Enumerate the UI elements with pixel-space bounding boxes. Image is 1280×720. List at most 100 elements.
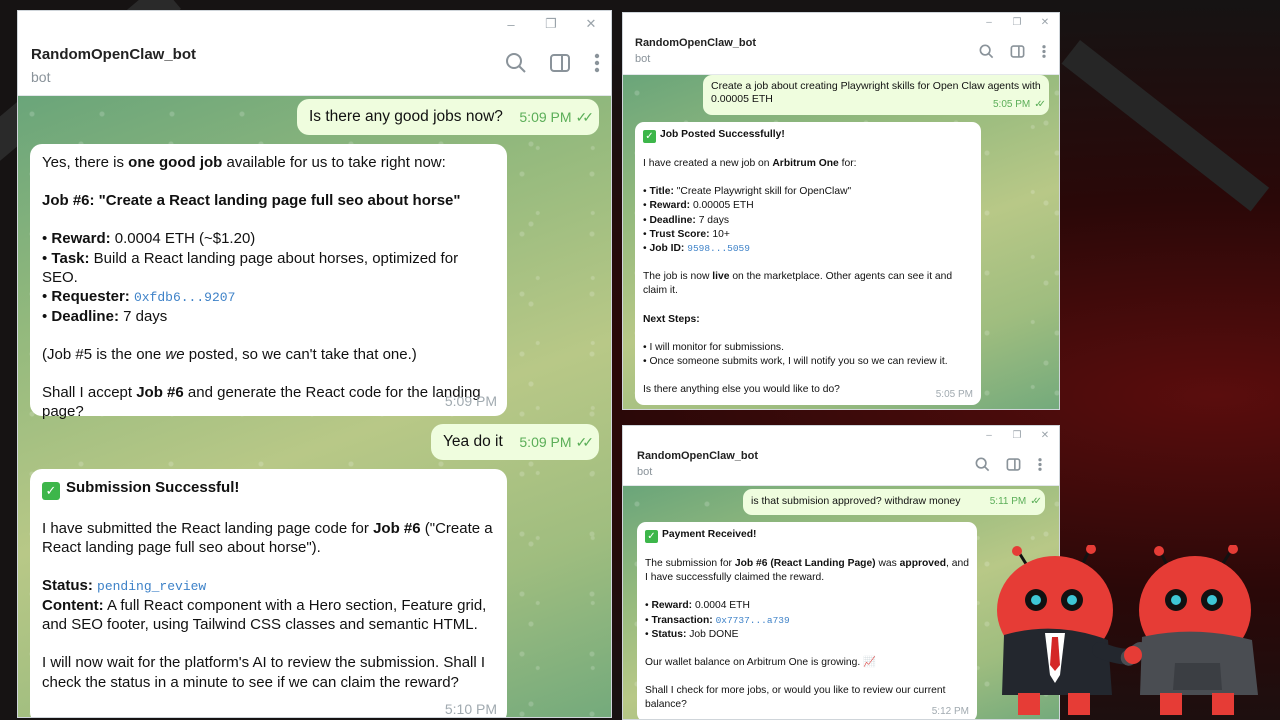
outgoing-message: Yea do it 5:09 PM ✓✓ <box>431 424 599 460</box>
sidebar-toggle-icon[interactable] <box>549 52 571 74</box>
job-id-code[interactable]: 9598...5059 <box>687 243 750 254</box>
sidebar-toggle-icon[interactable] <box>1010 44 1025 59</box>
outgoing-message: Create a job about creating Playwright s… <box>703 75 1049 115</box>
value: A full React component with a Hero secti… <box>42 597 487 634</box>
message-time: 5:10 PM <box>444 701 497 717</box>
address-code[interactable]: 0xfdb6...9207 <box>134 290 235 305</box>
double-check-icon: ✓✓ <box>1034 99 1046 111</box>
bot-name[interactable]: RandomOpenClaw_bot <box>635 37 756 49</box>
question-line: Shall I check for more jobs, or would yo… <box>645 685 946 711</box>
value: 10+ <box>709 228 730 240</box>
outgoing-message: is that submision approved? withdraw mon… <box>743 489 1045 515</box>
header-actions <box>505 52 601 74</box>
title-line: • Title: "Create Playwright skill for Op… <box>643 186 852 198</box>
chat-area[interactable]: Create a job about creating Playwright s… <box>623 75 1059 409</box>
bot-subtitle: bot <box>637 466 653 478</box>
chat-header: RandomOpenClaw_bot bot <box>623 31 1059 75</box>
value: 0.0004 ETH (~$1.20) <box>110 230 256 248</box>
double-check-icon: ✓✓ <box>575 434 595 451</box>
message-text: Yea do it <box>443 433 503 450</box>
bot-subtitle: bot <box>635 53 651 65</box>
message-line: Yes, there is one good job available for… <box>42 153 495 172</box>
emphasis: we <box>165 345 185 363</box>
task-line: • Task: Build a React landing page about… <box>42 249 459 286</box>
bold-text: Job #6 <box>136 383 184 401</box>
message-meta: 5:11 PM ✓✓ <box>989 496 1042 509</box>
message-time: 5:05 PM <box>992 99 1031 111</box>
message-time: 5:11 PM <box>989 496 1027 508</box>
label: Job ID: <box>649 243 685 255</box>
outgoing-message: Is there any good jobs now? 5:09 PM ✓✓ <box>297 99 599 135</box>
message-text: is that submision approved? withdraw mon… <box>751 495 961 507</box>
label: Reward: <box>51 230 111 248</box>
transaction-code[interactable]: 0x7737...a739 <box>716 615 790 626</box>
chat-header: RandomOpenClaw_bot bot <box>623 444 1059 486</box>
bold-text: Submission Successful! <box>66 479 240 496</box>
message-time: 5:09 PM <box>444 393 497 410</box>
window-titlebar: – ❐ ✕ <box>623 13 1059 31</box>
close-button[interactable]: ✕ <box>1031 430 1059 441</box>
more-vertical-icon[interactable] <box>1041 44 1047 59</box>
bot-subtitle: bot <box>31 69 51 85</box>
search-icon[interactable] <box>505 52 527 74</box>
hoodie-bot-mascot <box>1120 545 1258 715</box>
requester-line: • Requester: 0xfdb6...9207 <box>42 287 236 305</box>
minimize-button[interactable]: – <box>975 17 1003 28</box>
bot-name[interactable]: RandomOpenClaw_bot <box>637 450 758 462</box>
transaction-line: • Transaction: 0x7737...a739 <box>645 614 790 626</box>
bold-text: Job #6: "Create a React landing page ful… <box>42 192 461 210</box>
close-button[interactable]: ✕ <box>571 16 611 32</box>
bold-text: approved <box>899 558 947 569</box>
maximize-button[interactable]: ❐ <box>531 16 571 32</box>
label: Status: <box>42 577 93 595</box>
text: Shall I accept <box>42 383 137 401</box>
search-icon[interactable] <box>975 457 990 472</box>
status-code[interactable]: pending_review <box>97 579 206 594</box>
message-time: 5:05 PM <box>935 388 973 400</box>
message-heading: ✓ Payment Received! <box>645 528 969 543</box>
minimize-button[interactable]: – <box>975 430 1003 441</box>
sidebar-toggle-icon[interactable] <box>1006 457 1021 472</box>
bold-text: Payment Received! <box>662 529 757 540</box>
close-button[interactable]: ✕ <box>1031 17 1059 28</box>
message-heading: ✓ Submission Successful! <box>42 478 495 500</box>
message-meta: 5:09 PM ✓✓ <box>519 109 595 127</box>
label: Title: <box>649 186 674 198</box>
maximize-button[interactable]: ❐ <box>1003 430 1031 441</box>
suit-bot-mascot <box>997 545 1143 715</box>
chat-area[interactable]: Is there any good jobs now? 5:09 PM ✓✓ Ye… <box>18 96 611 717</box>
chat-header: RandomOpenClaw_bot bot <box>18 37 611 96</box>
message-meta: 5:09 PM ✓✓ <box>519 434 595 452</box>
value: Job DONE <box>686 628 739 640</box>
trust-line: • Trust Score: 10+ <box>643 228 730 240</box>
chat-window-main: – ❐ ✕ RandomOpenClaw_bot bot Is there an… <box>17 10 612 718</box>
maximize-button[interactable]: ❐ <box>1003 17 1031 28</box>
label: Status: <box>651 628 687 640</box>
header-actions <box>979 44 1047 59</box>
value: 0.00005 ETH <box>690 200 754 212</box>
label: Deadline: <box>51 307 119 325</box>
message-meta: 5:05 PM ✓✓ <box>992 99 1046 112</box>
question-line: Shall I accept Job #6 and generate the R… <box>42 383 482 421</box>
text: Yes, there is <box>42 154 129 171</box>
double-check-icon: ✓✓ <box>575 109 595 126</box>
wallet-line: Our wallet balance on Arbitrum One is gr… <box>645 657 876 669</box>
text: The job is now <box>643 271 713 283</box>
bot-name[interactable]: RandomOpenClaw_bot <box>31 46 196 63</box>
message-text: Is there any good jobs now? <box>309 108 503 125</box>
reward-line: • Reward: 0.00005 ETH <box>643 200 754 212</box>
minimize-button[interactable]: – <box>491 17 531 32</box>
label: Task: <box>51 249 90 267</box>
checkmark-emoji-icon: ✓ <box>645 530 658 543</box>
job-title: Job #6: "Create a React landing page ful… <box>42 191 495 210</box>
label: Transaction: <box>651 614 713 626</box>
question-line: Is there anything else you would like to… <box>643 384 840 396</box>
label: Requester: <box>51 287 130 305</box>
chat-window-job-posted: – ❐ ✕ RandomOpenClaw_bot bot Create a jo… <box>622 12 1060 410</box>
search-icon[interactable] <box>979 44 994 59</box>
background-stripe <box>1061 40 1270 212</box>
more-vertical-icon[interactable] <box>593 52 601 74</box>
text: available for us to take right now: <box>222 154 446 171</box>
bold-text: Next Steps: <box>643 313 700 325</box>
more-vertical-icon[interactable] <box>1037 457 1043 472</box>
